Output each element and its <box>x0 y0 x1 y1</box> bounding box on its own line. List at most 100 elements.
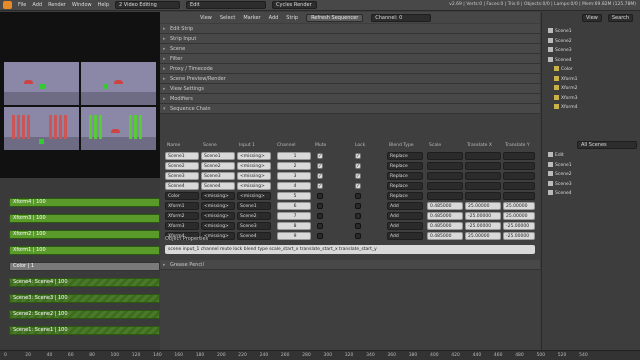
row-scene[interactable]: Scene2 <box>201 162 235 170</box>
mute-checkbox[interactable]: ✓ <box>317 163 323 169</box>
row-scale[interactable]: 0.485000 <box>427 222 463 230</box>
mute-checkbox[interactable] <box>317 193 323 199</box>
outliner-item[interactable]: Scene2 <box>548 37 572 46</box>
outliner-scene-item[interactable]: Scene3 <box>548 180 572 189</box>
row-translate-x[interactable] <box>465 182 501 190</box>
strip-xform1[interactable]: Xform1 | 100 <box>9 246 160 255</box>
row-blend[interactable]: Add <box>387 222 423 230</box>
row-scene[interactable]: <missing> <box>201 202 235 210</box>
seq-menu-view[interactable]: View <box>200 15 212 21</box>
row-translate-y[interactable]: -25.00000 <box>503 222 535 230</box>
row-input[interactable]: <missing> <box>237 162 271 170</box>
lock-checkbox[interactable] <box>355 213 361 219</box>
row-input[interactable]: <missing> <box>237 192 271 200</box>
mute-checkbox[interactable]: ✓ <box>317 183 323 189</box>
row-translate-x[interactable]: 25.00000 <box>465 202 501 210</box>
strip-scene4[interactable]: Scene4: Scene4 | 100 <box>9 278 160 287</box>
row-translate-y[interactable]: 25.00000 <box>503 202 535 210</box>
panel-edit-strip[interactable]: Edit Strip <box>160 24 540 34</box>
row-name[interactable]: Scene3 <box>165 172 199 180</box>
seq-menu-select[interactable]: Select <box>220 15 235 21</box>
row-translate-x[interactable] <box>465 152 501 160</box>
outliner-scene-item[interactable]: Scene4 <box>548 190 572 198</box>
lock-checkbox[interactable] <box>355 233 361 239</box>
panel-view-settings[interactable]: View Settings <box>160 84 540 94</box>
mute-checkbox[interactable]: ✓ <box>317 173 323 179</box>
row-translate-x[interactable]: 25.00000 <box>465 232 501 240</box>
row-channel[interactable]: 3 <box>277 172 311 180</box>
row-blend[interactable]: Add <box>387 212 423 220</box>
row-input[interactable]: <missing> <box>237 172 271 180</box>
row-scene[interactable]: Scene1 <box>201 152 235 160</box>
menu-help[interactable]: Help <box>98 2 109 8</box>
panel-modifiers[interactable]: Modifiers <box>160 94 540 104</box>
seq-menu-add[interactable]: Add <box>269 15 279 21</box>
row-channel[interactable]: 8 <box>277 222 311 230</box>
strip-scene2[interactable]: Scene2: Scene2 | 100 <box>9 310 160 319</box>
row-translate-y[interactable] <box>503 182 535 190</box>
row-blend[interactable]: Replace <box>387 152 423 160</box>
row-input[interactable]: <missing> <box>237 182 271 190</box>
row-scene[interactable]: <missing> <box>201 212 235 220</box>
row-translate-y[interactable] <box>503 152 535 160</box>
seq-menu-marker[interactable]: Marker <box>243 15 260 21</box>
row-translate-x[interactable] <box>465 192 501 200</box>
timeline-ruler[interactable]: 0 20 40 60 80 100 120 140 160 180 200 220 240 260 280 3… <box>0 350 640 360</box>
panel-scene[interactable]: Scene <box>160 44 540 54</box>
scene-dropdown[interactable]: Edit <box>186 1 266 9</box>
row-channel[interactable]: 9 <box>277 232 311 240</box>
row-translate-y[interactable]: -25.00000 <box>503 232 535 240</box>
mute-checkbox[interactable] <box>317 233 323 239</box>
row-channel[interactable]: 6 <box>277 202 311 210</box>
lock-checkbox[interactable]: ✓ <box>355 183 361 189</box>
row-input[interactable]: Scene4 <box>237 232 271 240</box>
lock-checkbox[interactable] <box>355 223 361 229</box>
row-translate-x[interactable] <box>465 172 501 180</box>
row-blend[interactable]: Replace <box>387 182 423 190</box>
row-channel[interactable]: 4 <box>277 182 311 190</box>
row-translate-y[interactable] <box>503 162 535 170</box>
outliner-item[interactable]: Xform1 <box>554 75 577 84</box>
panel-sequence-chain[interactable]: Sequence Chain <box>160 104 540 114</box>
outliner-scene-item[interactable]: Edit <box>548 152 564 160</box>
panel-proxy-timecode[interactable]: Proxy / Timecode <box>160 64 540 74</box>
row-translate-y[interactable] <box>503 192 535 200</box>
menu-file[interactable]: File <box>18 2 26 8</box>
lock-checkbox[interactable] <box>355 193 361 199</box>
outliner-scene-item[interactable]: Scene1 <box>548 161 572 170</box>
lock-checkbox[interactable] <box>355 203 361 209</box>
menu-add[interactable]: Add <box>32 2 42 8</box>
blender-logo-icon[interactable] <box>3 1 12 9</box>
row-translate-x[interactable]: -25.00000 <box>465 222 501 230</box>
lock-checkbox[interactable]: ✓ <box>355 153 361 159</box>
outliner-item[interactable]: Scene1 <box>548 28 572 36</box>
row-scene[interactable]: <missing> <box>201 192 235 200</box>
seq-menu-strip[interactable]: Strip <box>286 15 298 21</box>
row-channel[interactable]: 5 <box>277 192 311 200</box>
channel-field[interactable]: Channel: 0 <box>371 13 432 22</box>
row-scene[interactable]: Scene3 <box>201 172 235 180</box>
mute-checkbox[interactable] <box>317 203 323 209</box>
row-blend[interactable]: Replace <box>387 162 423 170</box>
row-translate-x[interactable]: -25.00000 <box>465 212 501 220</box>
strip-xform3[interactable]: Xform3 | 100 <box>9 214 160 223</box>
screen-layout-dropdown[interactable]: 2 Video Editing <box>115 1 180 9</box>
menu-window[interactable]: Window <box>72 2 92 8</box>
mute-checkbox[interactable] <box>317 213 323 219</box>
outliner-filter-dropdown[interactable]: All Scenes <box>577 141 637 149</box>
row-scene[interactable]: <missing> <box>201 222 235 230</box>
strip-xform4[interactable]: Xform4 | 100 <box>9 198 160 207</box>
panel-grease-pencil[interactable]: Grease Pencil <box>160 260 540 270</box>
row-input[interactable]: Scene2 <box>237 212 271 220</box>
lock-checkbox[interactable]: ✓ <box>355 173 361 179</box>
row-name[interactable]: Xform1 <box>165 202 199 210</box>
outliner-item[interactable]: Scene4 <box>548 56 572 65</box>
row-blend[interactable]: Add <box>387 232 423 240</box>
row-channel[interactable]: 1 <box>277 152 311 160</box>
row-scale[interactable]: 0.485000 <box>427 202 463 210</box>
outliner-item[interactable]: Color <box>554 66 573 74</box>
outliner-scene-item[interactable]: Scene2 <box>548 171 572 179</box>
outliner-item[interactable]: Xform2 <box>554 85 577 93</box>
outliner-item[interactable]: Xform3 <box>554 94 577 103</box>
row-name[interactable]: Color <box>165 192 199 200</box>
